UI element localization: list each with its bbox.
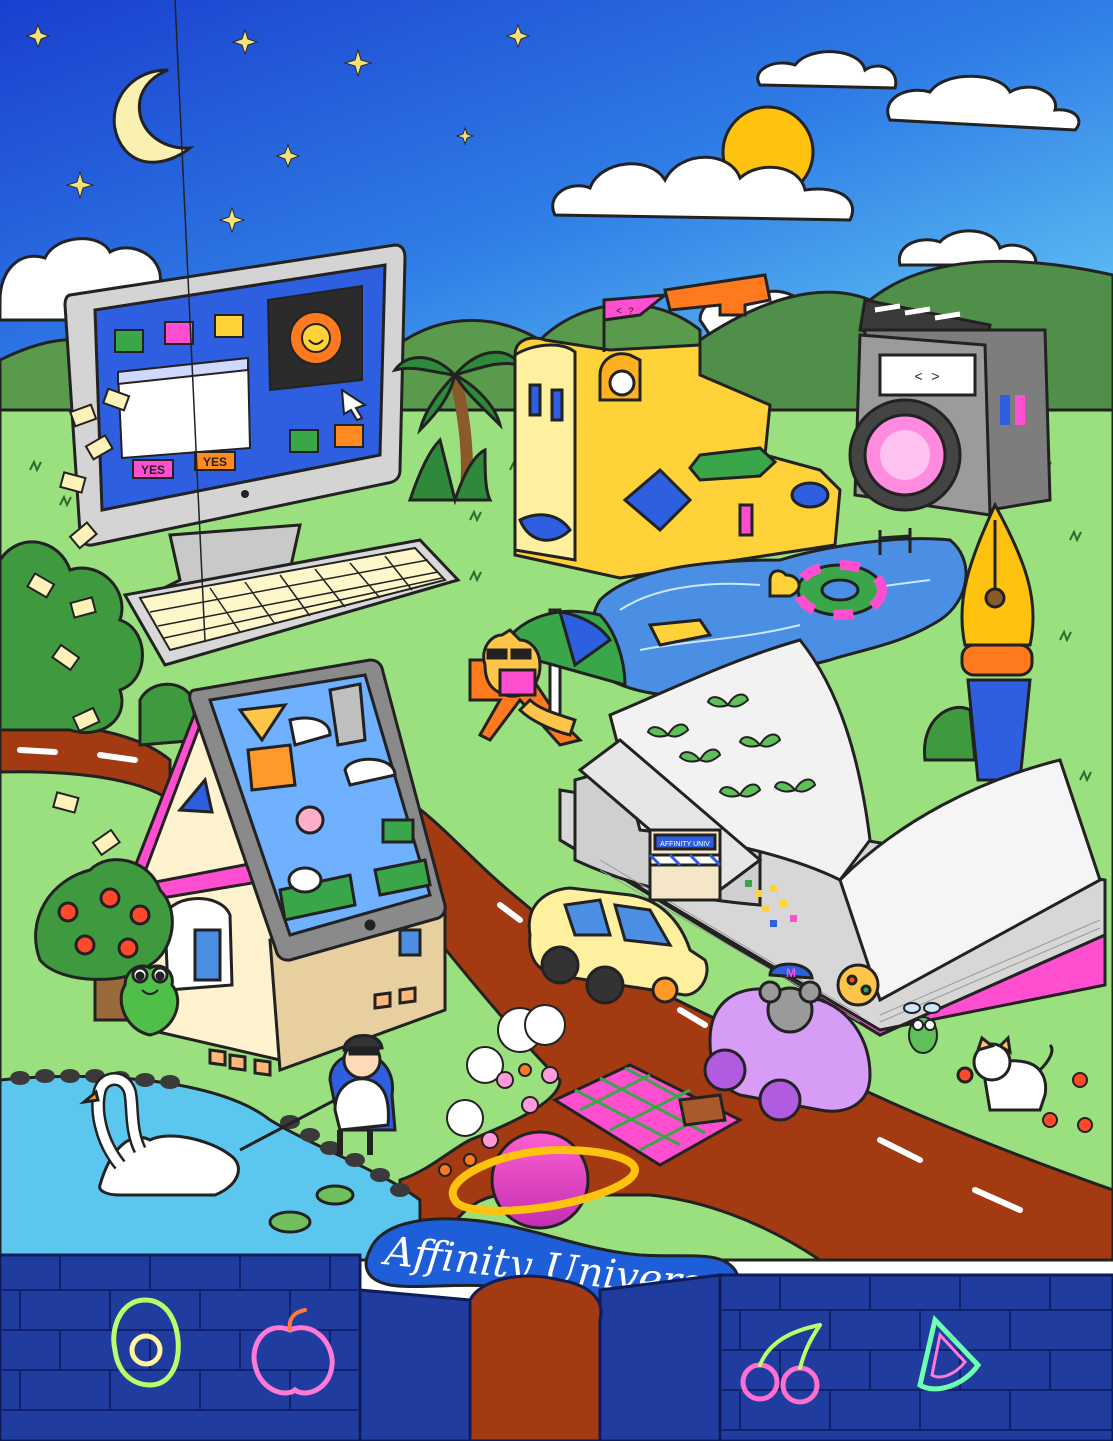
camera-label-text: < > <box>914 370 939 386</box>
affinity-universe-illustration: YES YES < ? < > AFFINITY UNIV M Affinity… <box>0 0 1113 1441</box>
monitor-yes-label-1: YES <box>141 463 165 477</box>
brick-wall <box>0 1253 1113 1441</box>
camera: < > <box>848 298 1052 517</box>
flag-text: < ? <box>616 307 634 318</box>
monitor-yes-label-2: YES <box>203 455 227 469</box>
koala-cap-letter: M <box>786 966 796 980</box>
frog <box>119 964 180 1037</box>
bookstore-sign: AFFINITY UNIV <box>660 841 710 848</box>
smiley-flower-icon <box>289 311 343 365</box>
